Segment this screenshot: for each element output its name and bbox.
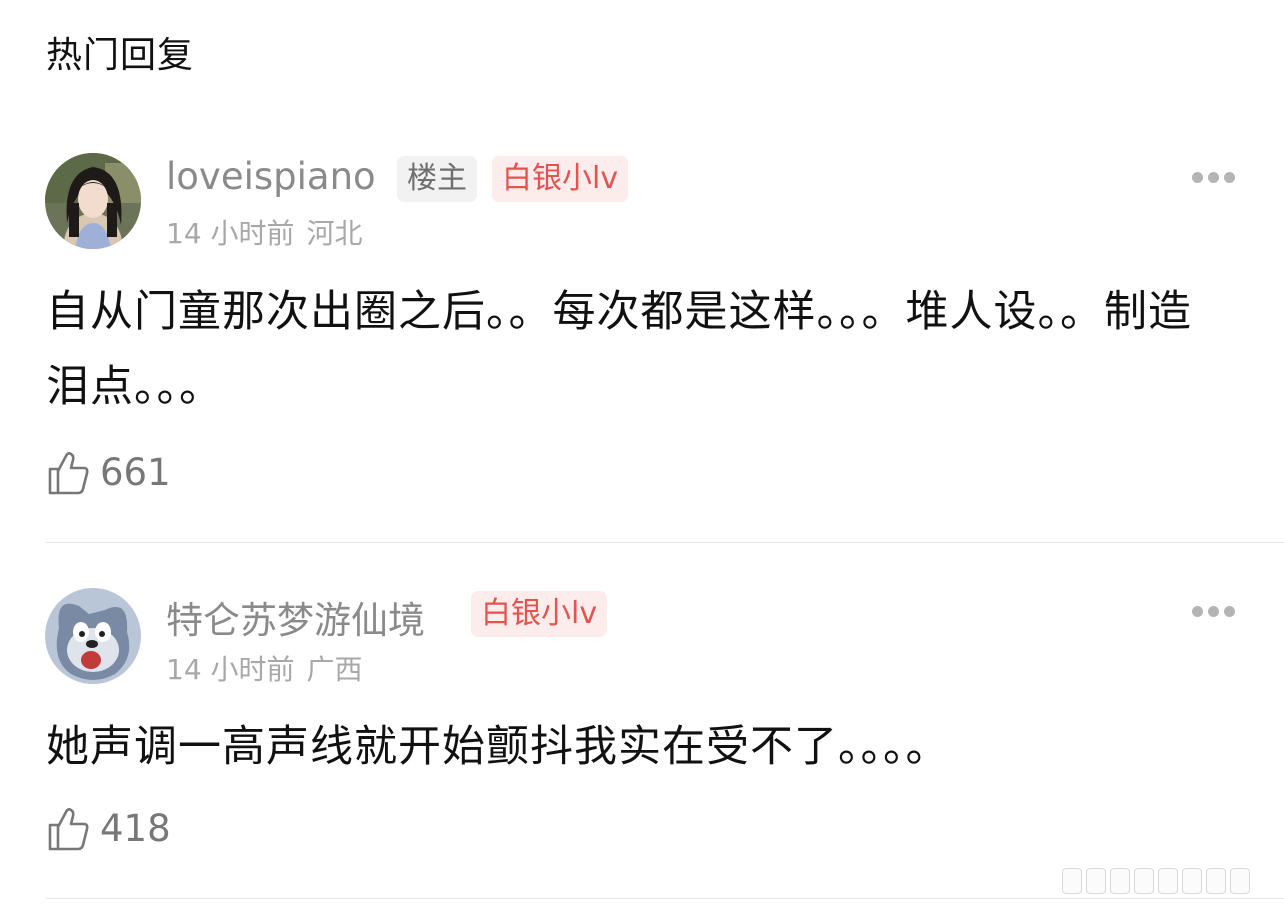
more-icon[interactable]: [1192, 606, 1236, 618]
comment-text: 自从门童那次出圈之后。。每次都是这样。。。堆人设。。制造泪点。。。: [46, 287, 1192, 412]
more-icon[interactable]: [1192, 172, 1236, 184]
watermark-placeholder: [1062, 868, 1272, 894]
op-badge: 楼主: [397, 156, 477, 202]
level-badge: 白银小lv: [492, 156, 629, 202]
divider: [46, 898, 1284, 899]
comment-meta: 14 小时前 河北: [166, 212, 363, 252]
timestamp: 14 小时前: [166, 653, 295, 686]
like-count: 661: [100, 451, 171, 494]
username[interactable]: loveispiano: [166, 155, 376, 198]
username[interactable]: 特仑苏梦游仙境: [166, 590, 425, 644]
thumbs-up-icon: [48, 808, 89, 851]
divider: [46, 542, 1284, 543]
level-badge: 白银小lv: [471, 591, 608, 637]
avatar[interactable]: [45, 588, 141, 684]
comment-meta: 14 小时前 广西: [166, 648, 363, 688]
location: 河北: [306, 217, 363, 250]
avatar[interactable]: [45, 153, 141, 249]
thumbs-up-icon: [48, 452, 89, 495]
like-count: 418: [100, 807, 171, 850]
comment-text: 她声调一高声线就开始颤抖我实在受不了。。。。: [46, 722, 950, 772]
section-title: 热门回复: [46, 35, 195, 76]
location: 广西: [306, 653, 363, 686]
timestamp: 14 小时前: [166, 217, 295, 250]
